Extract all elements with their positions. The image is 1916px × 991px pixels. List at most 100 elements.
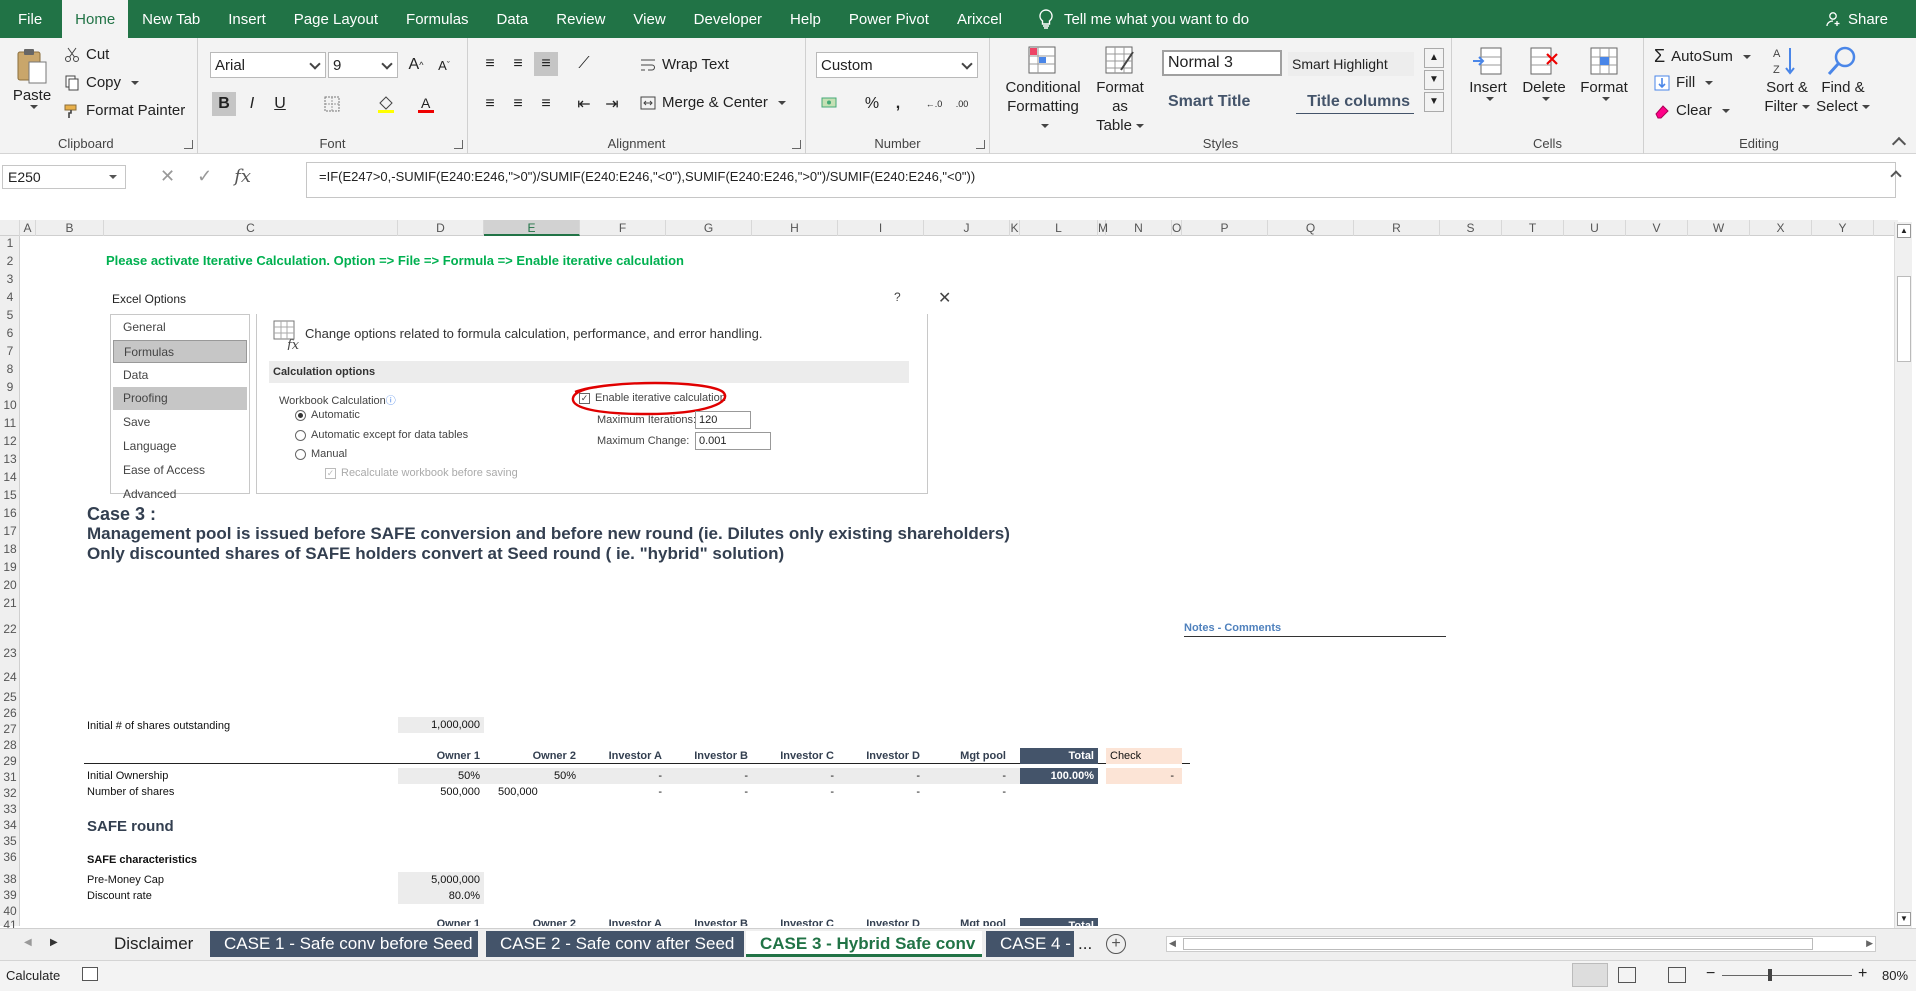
vertical-scrollbar[interactable]: ▲ ▼ <box>1894 222 1912 928</box>
row-header[interactable]: 29 <box>0 754 20 768</box>
tab-insert[interactable]: Insert <box>214 0 280 38</box>
row-header[interactable]: 1 <box>0 236 20 250</box>
column-header-r[interactable]: R <box>1354 220 1440 236</box>
column-header-y[interactable]: Y <box>1812 220 1874 236</box>
row-header[interactable]: 20 <box>0 578 20 592</box>
shares-investor-c[interactable]: - <box>752 786 838 798</box>
column-header-t[interactable]: T <box>1502 220 1564 236</box>
row-header[interactable]: 13 <box>0 452 20 466</box>
row-header[interactable]: 26 <box>0 706 20 720</box>
normal-view-icon[interactable] <box>1572 963 1608 987</box>
clear-button[interactable]: Clear <box>1654 102 1730 119</box>
row-header[interactable]: 14 <box>0 470 20 484</box>
shares-investor-d[interactable]: - <box>838 786 924 798</box>
row-header[interactable]: 5 <box>0 308 20 322</box>
column-header-j[interactable]: J <box>924 220 1010 236</box>
format-cells-button[interactable]: Format <box>1574 44 1634 101</box>
row-header[interactable]: 4 <box>0 290 20 304</box>
tell-me-search[interactable]: Tell me what you want to do <box>1016 9 1249 29</box>
tab-arixcel[interactable]: Arixcel <box>943 0 1016 38</box>
column-header-x[interactable]: X <box>1750 220 1812 236</box>
font-name-combo[interactable]: Arial <box>210 52 326 78</box>
decrease-decimal-button[interactable]: .00 <box>950 92 974 116</box>
fx-icon[interactable]: fx <box>234 166 251 187</box>
styles-more[interactable]: ▼ <box>1424 92 1444 112</box>
row-header[interactable]: 25 <box>0 690 20 704</box>
h-scroll-right-arrow[interactable]: ▶ <box>1866 938 1873 949</box>
formula-input[interactable]: =IF(E247>0,-SUMIF(E240:E246,">0")/SUMIF(… <box>306 162 1896 198</box>
row-header[interactable]: 33 <box>0 802 20 816</box>
sheet-tab-case4[interactable]: CASE 4 - <box>986 931 1074 957</box>
align-top-button[interactable]: ≡ <box>478 52 502 76</box>
ownership-total[interactable]: 100.00% <box>1020 768 1098 784</box>
page-break-view-icon[interactable] <box>1668 967 1686 983</box>
delete-cells-button[interactable]: Delete <box>1516 44 1572 101</box>
column-header-i[interactable]: I <box>838 220 924 236</box>
column-header-c[interactable]: C <box>104 220 398 236</box>
paste-button[interactable]: Paste <box>10 46 54 109</box>
ownership-investor-c[interactable]: - <box>752 770 838 782</box>
tab-file[interactable]: File <box>0 0 62 38</box>
decrease-indent-button[interactable]: ⇤ <box>572 92 596 116</box>
column-header-s[interactable]: S <box>1440 220 1502 236</box>
column-header-e[interactable]: E <box>484 220 580 236</box>
zoom-out-button[interactable]: − <box>1706 965 1715 983</box>
row-header[interactable]: 28 <box>0 738 20 752</box>
row-header[interactable]: 9 <box>0 380 20 394</box>
autosum-button[interactable]: Σ AutoSum <box>1654 46 1751 67</box>
tab-new-tab[interactable]: New Tab <box>128 0 214 38</box>
shares-owner1[interactable]: 500,000 <box>398 786 484 798</box>
underline-button[interactable]: U <box>268 92 292 116</box>
zoom-slider-thumb[interactable] <box>1768 969 1772 981</box>
align-center-button[interactable]: ≡ <box>506 92 530 116</box>
tab-formulas[interactable]: Formulas <box>392 0 483 38</box>
premoney-cap-value[interactable]: 5,000,000 <box>398 872 484 888</box>
sheet-tab-disclaimer[interactable]: Disclaimer <box>100 931 208 957</box>
row-header[interactable]: 40 <box>0 904 20 918</box>
scroll-up-arrow[interactable]: ▲ <box>1897 224 1911 238</box>
row-header[interactable]: 10 <box>0 398 20 412</box>
tab-power-pivot[interactable]: Power Pivot <box>835 0 943 38</box>
row-header[interactable]: 22 <box>0 622 20 636</box>
row-header[interactable]: 36 <box>0 850 20 864</box>
column-header-g[interactable]: G <box>666 220 752 236</box>
zoom-in-button[interactable]: + <box>1858 965 1867 983</box>
ownership-investor-b[interactable]: - <box>666 770 752 782</box>
initial-shares-value[interactable]: 1,000,000 <box>398 717 484 733</box>
align-right-button[interactable]: ≡ <box>534 92 558 116</box>
tab-page-layout[interactable]: Page Layout <box>280 0 392 38</box>
increase-font-button[interactable]: A ^ <box>404 53 428 77</box>
column-header-l[interactable]: L <box>1020 220 1098 236</box>
row-header[interactable]: 18 <box>0 542 20 556</box>
italic-button[interactable]: I <box>240 92 264 116</box>
borders-button[interactable] <box>320 92 344 116</box>
tab-view[interactable]: View <box>619 0 679 38</box>
column-header-p[interactable]: P <box>1182 220 1268 236</box>
font-launcher[interactable] <box>454 140 463 149</box>
zoom-slider[interactable] <box>1722 975 1852 976</box>
insert-cells-button[interactable]: Insert <box>1464 44 1512 101</box>
shares-investor-b[interactable]: - <box>666 786 752 798</box>
wrap-text-button[interactable]: Wrap Text <box>640 56 729 73</box>
sheet-tab-case2[interactable]: CASE 2 - Safe conv after Seed <box>486 931 744 957</box>
sheet-tab-case3[interactable]: CASE 3 - Hybrid Safe conv <box>746 931 982 957</box>
conditional-formatting-button[interactable]: Conditional Formatting <box>1002 44 1084 135</box>
accounting-format-button[interactable] <box>818 92 842 116</box>
column-header-n[interactable]: N <box>1106 220 1172 236</box>
ownership-mgt-pool[interactable]: - <box>924 770 1010 782</box>
h-scroll-thumb[interactable] <box>1183 938 1813 950</box>
cut-button[interactable]: Cut <box>64 46 109 63</box>
increase-decimal-button[interactable]: ←.0 <box>922 92 946 116</box>
select-all-corner[interactable] <box>0 220 20 236</box>
row-header[interactable]: 27 <box>0 722 20 736</box>
alignment-launcher[interactable] <box>792 140 801 149</box>
orientation-button[interactable]: ⟋ <box>572 52 596 76</box>
page-layout-view-icon[interactable] <box>1618 967 1636 983</box>
share-button[interactable]: Share <box>1826 0 1888 38</box>
zoom-level[interactable]: 80% <box>1882 968 1908 983</box>
column-header-w[interactable]: W <box>1688 220 1750 236</box>
ownership-investor-d[interactable]: - <box>838 770 924 782</box>
name-box[interactable]: E250 <box>2 165 126 189</box>
styles-scroll-down[interactable]: ▼ <box>1424 70 1444 90</box>
tab-developer[interactable]: Developer <box>680 0 776 38</box>
